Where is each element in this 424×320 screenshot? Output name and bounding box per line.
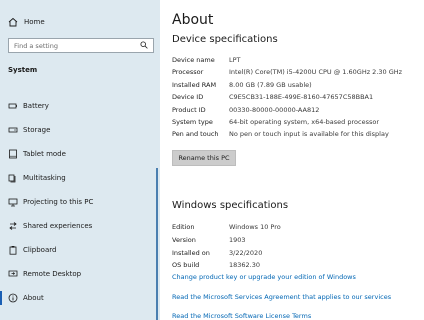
home-label: Home	[24, 18, 45, 26]
spec-value: No pen or touch input is available for t…	[229, 130, 389, 138]
home-icon	[8, 17, 18, 27]
spec-row: Installed on 3/22/2020	[172, 249, 262, 259]
multitasking-icon	[8, 173, 18, 183]
sidebar-item-clipboard[interactable]: Clipboard	[8, 243, 156, 257]
page-title: About	[172, 12, 214, 28]
sidebar-item-label: Tablet mode	[23, 150, 66, 158]
spec-value: C9E5CB31-188E-499E-8160-47657C58BBA1	[229, 93, 374, 101]
spec-value: 3/22/2020	[229, 249, 263, 257]
spec-key: System type	[172, 118, 213, 126]
search-icon[interactable]	[140, 41, 148, 51]
projecting-icon	[8, 197, 18, 207]
info-icon	[8, 293, 18, 303]
tablet-mode-icon	[8, 149, 18, 159]
spec-value: 00330-80000-00000-AA812	[229, 106, 320, 114]
sidebar-item-label: Remote Desktop	[23, 270, 82, 278]
spec-key: Version	[172, 236, 196, 244]
sidebar-item-projecting[interactable]: Projecting to this PC	[8, 195, 156, 209]
home-link[interactable]: Home	[8, 14, 45, 30]
sidebar-item-remote-desktop[interactable]: Remote Desktop	[8, 267, 156, 281]
change-product-key-link[interactable]: Change product key or upgrade your editi…	[172, 273, 356, 281]
spec-value: 8.00 GB (7.89 GB usable)	[229, 81, 312, 89]
spec-row: Processor Intel(R) Core(TM) i5-4200U CPU…	[172, 68, 402, 78]
sidebar-item-label: Multitasking	[23, 174, 66, 182]
spec-row: Device ID C9E5CB31-188E-499E-8160-47657C…	[172, 93, 373, 103]
search-placeholder: Find a setting	[14, 41, 58, 50]
spec-key: Edition	[172, 223, 195, 231]
spec-value: LPT	[229, 56, 241, 64]
spec-row: Installed RAM 8.00 GB (7.89 GB usable)	[172, 81, 312, 91]
rename-pc-button[interactable]: Rename this PC	[172, 150, 236, 166]
spec-row: OS build 18362.30	[172, 261, 260, 271]
spec-key: Device ID	[172, 93, 204, 101]
sidebar-item-storage[interactable]: Storage	[8, 123, 156, 137]
search-input[interactable]: Find a setting	[8, 38, 154, 53]
spec-key: Installed RAM	[172, 81, 217, 89]
spec-row: Product ID 00330-80000-00000-AA812	[172, 106, 319, 116]
sidebar-item-label: Storage	[23, 126, 51, 134]
sidebar-item-battery[interactable]: Battery	[8, 99, 156, 113]
spec-value: Intel(R) Core(TM) i5-4200U CPU @ 1.60GHz…	[229, 68, 403, 76]
spec-value: 64-bit operating system, x64-based proce…	[229, 118, 379, 126]
spec-row: Version 1903	[172, 236, 246, 246]
spec-row: System type 64-bit operating system, x64…	[172, 118, 379, 128]
sidebar-item-label: About	[23, 294, 44, 302]
spec-value: 1903	[229, 236, 246, 244]
section-title: System	[8, 66, 38, 74]
battery-icon	[8, 101, 18, 111]
license-terms-link[interactable]: Read the Microsoft Software License Term…	[172, 312, 311, 320]
spec-value: 18362.30	[229, 261, 261, 269]
sidebar-item-label: Clipboard	[23, 246, 57, 254]
storage-icon	[8, 125, 18, 135]
spec-key: Processor	[172, 68, 204, 76]
services-agreement-link[interactable]: Read the Microsoft Services Agreement th…	[172, 293, 391, 301]
sidebar-item-label: Shared experiences	[23, 222, 93, 230]
selected-indicator	[0, 291, 2, 305]
sidebar-item-label: Battery	[23, 102, 49, 110]
shared-experiences-icon	[8, 221, 18, 231]
spec-key: Installed on	[172, 249, 210, 257]
sidebar-item-tablet-mode[interactable]: Tablet mode	[8, 147, 156, 161]
spec-row: Device name LPT	[172, 56, 241, 66]
sidebar-item-multitasking[interactable]: Multitasking	[8, 171, 156, 185]
windows-specs-heading: Windows specifications	[172, 200, 289, 211]
spec-value: Windows 10 Pro	[229, 223, 281, 231]
spec-key: Pen and touch	[172, 130, 219, 138]
spec-row: Pen and touch No pen or touch input is a…	[172, 130, 389, 140]
sidebar: Home Find a setting System Battery Stora…	[0, 0, 160, 320]
spec-key: Product ID	[172, 106, 206, 114]
spec-row: Edition Windows 10 Pro	[172, 223, 281, 233]
main-content: About Device specifications Device name …	[160, 0, 424, 320]
sidebar-item-shared-experiences[interactable]: Shared experiences	[8, 219, 156, 233]
sidebar-item-label: Projecting to this PC	[23, 198, 94, 206]
sidebar-scrollbar[interactable]	[156, 168, 158, 320]
spec-key: Device name	[172, 56, 215, 64]
sidebar-item-about[interactable]: About	[8, 291, 156, 305]
device-specs-heading: Device specifications	[172, 34, 278, 45]
remote-desktop-icon	[8, 269, 18, 279]
clipboard-icon	[8, 245, 18, 255]
spec-key: OS build	[172, 261, 200, 269]
